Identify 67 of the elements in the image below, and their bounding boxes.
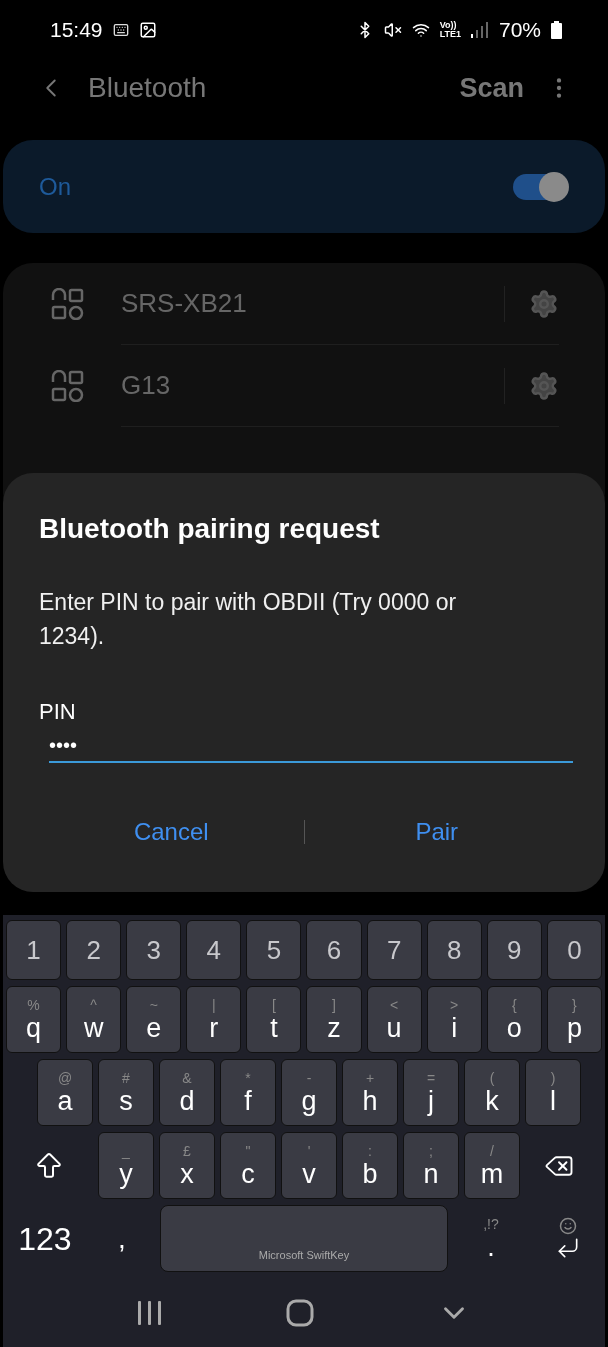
letter-key[interactable]: & d: [159, 1059, 215, 1126]
letter-key[interactable]: ) l: [525, 1059, 581, 1126]
settings-icon[interactable]: [529, 370, 559, 401]
letter-key[interactable]: > i: [426, 986, 482, 1053]
image-icon: [138, 21, 157, 39]
letter-key[interactable]: # s: [98, 1059, 154, 1126]
keyboard-icon: [112, 22, 129, 38]
letter-key[interactable]: < u: [366, 986, 422, 1053]
letter-key[interactable]: % q: [6, 986, 62, 1053]
signal-icon: [470, 22, 489, 38]
letter-key[interactable]: { o: [486, 986, 542, 1053]
device-icon: [51, 288, 85, 320]
volte-label: Vo)): [439, 21, 457, 30]
dialog-message: Enter PIN to pair with OBDII (Try 0000 or 1234).: [39, 588, 458, 651]
letter-key[interactable]: ( k: [464, 1059, 520, 1126]
recent-apps-icon[interactable]: [137, 1300, 164, 1325]
letter-key[interactable]: [ t: [246, 986, 302, 1053]
letter-key[interactable]: + h: [342, 1059, 398, 1126]
switch-label: On: [39, 172, 71, 201]
comma-key[interactable]: ,: [88, 1205, 155, 1272]
letter-key[interactable]: = j: [403, 1059, 459, 1126]
cancel-button[interactable]: Cancel: [39, 809, 304, 855]
letter-key[interactable]: } p: [546, 986, 602, 1053]
letter-key[interactable]: ] z: [306, 986, 362, 1053]
pin-label: PIN: [39, 699, 77, 725]
space-bar[interactable]: Microsoft SwiftKey: [159, 1205, 449, 1272]
letter-key[interactable]: _ y: [98, 1132, 154, 1199]
number-key[interactable]: 0: [546, 920, 602, 980]
number-key[interactable]: 5: [246, 920, 302, 980]
battery-icon: [551, 21, 562, 39]
wifi-icon: [411, 21, 430, 39]
period-key[interactable]: ,!? .: [453, 1205, 529, 1272]
letter-key[interactable]: / m: [464, 1132, 520, 1199]
network-label: LTE1: [439, 30, 461, 39]
number-key[interactable]: 9: [486, 920, 542, 980]
letter-key[interactable]: ~ e: [126, 986, 182, 1053]
number-key[interactable]: 8: [426, 920, 482, 980]
pin-field[interactable]: ••••: [49, 729, 573, 763]
letter-key[interactable]: ; n: [403, 1132, 459, 1199]
letter-key[interactable]: @ a: [37, 1059, 93, 1126]
letter-key[interactable]: * f: [220, 1059, 276, 1126]
mute-icon: [383, 21, 402, 39]
bluetooth-toggle[interactable]: [513, 173, 567, 200]
letter-key[interactable]: : b: [342, 1132, 398, 1199]
letter-key[interactable]: ' v: [281, 1132, 337, 1199]
number-key[interactable]: 6: [306, 920, 362, 980]
letter-key[interactable]: - g: [281, 1059, 337, 1126]
battery-percent: 70%: [498, 18, 541, 42]
pair-button[interactable]: Pair: [304, 809, 569, 855]
letter-key[interactable]: ^ w: [66, 986, 122, 1053]
symbols-key[interactable]: 123: [6, 1205, 84, 1272]
smiley-icon: [558, 1216, 577, 1235]
letter-key[interactable]: " c: [220, 1132, 276, 1199]
number-key[interactable]: 1: [6, 920, 62, 980]
number-key[interactable]: 4: [186, 920, 242, 980]
home-icon[interactable]: [286, 1298, 314, 1327]
settings-icon[interactable]: [529, 288, 559, 319]
device-icon: [51, 370, 85, 402]
clock: 15:49: [50, 18, 103, 42]
page-title: Bluetooth: [88, 72, 207, 104]
number-key[interactable]: 2: [66, 920, 122, 980]
number-key[interactable]: 7: [366, 920, 422, 980]
number-key[interactable]: 3: [126, 920, 182, 980]
scan-link[interactable]: Scan: [459, 72, 524, 104]
dialog-title: Bluetooth pairing request: [39, 513, 381, 545]
letter-key[interactable]: | r: [186, 986, 242, 1053]
letter-key[interactable]: £ x: [159, 1132, 215, 1199]
